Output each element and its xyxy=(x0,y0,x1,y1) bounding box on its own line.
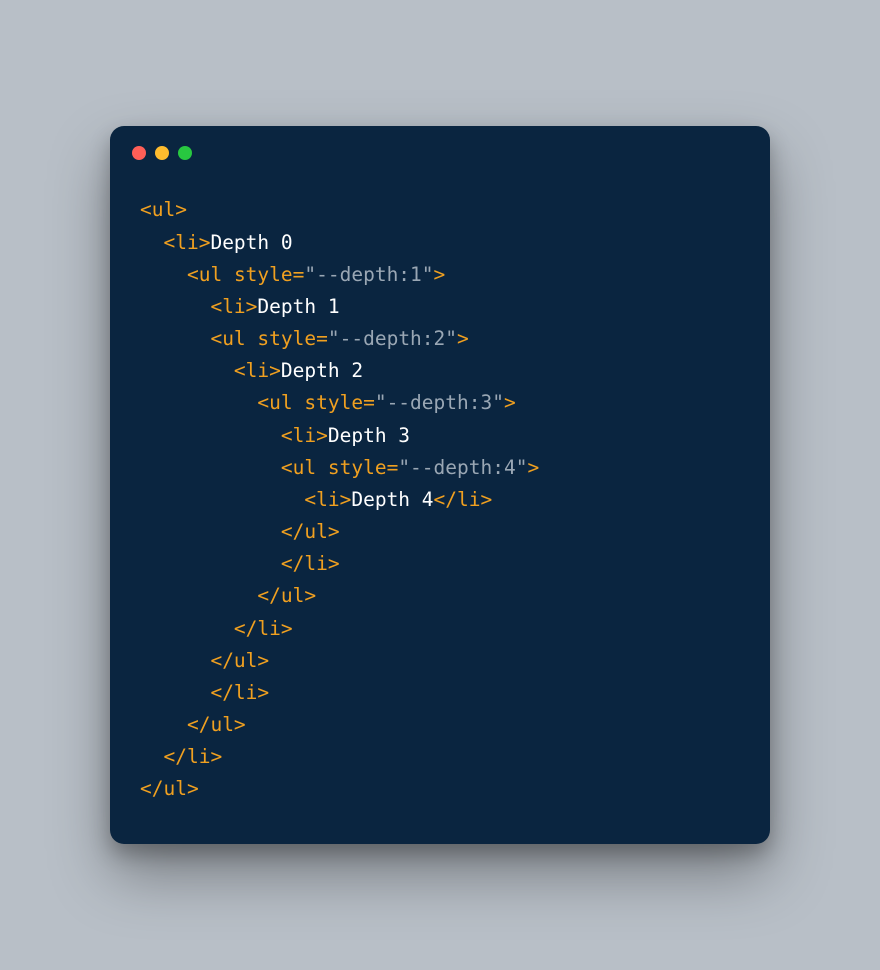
code-token: = xyxy=(387,456,399,479)
code-window: <ul> <li>Depth 0 <ul style="--depth:1"> … xyxy=(110,126,770,843)
code-token: <li> xyxy=(163,231,210,254)
code-line: </li> xyxy=(140,613,740,645)
code-line: <li>Depth 0 xyxy=(140,227,740,259)
code-line: </ul> xyxy=(140,645,740,677)
code-token: > xyxy=(504,391,516,414)
code-token: </ul> xyxy=(140,777,199,800)
code-token: </li> xyxy=(163,745,222,768)
code-token: </ul> xyxy=(281,520,340,543)
minimize-icon[interactable] xyxy=(155,146,169,160)
code-token: > xyxy=(434,263,446,286)
code-token: </li> xyxy=(234,617,293,640)
code-block: <ul> <li>Depth 0 <ul style="--depth:1"> … xyxy=(110,168,770,815)
code-line: <ul style="--depth:4"> xyxy=(140,452,740,484)
code-line: </ul> xyxy=(140,773,740,805)
code-token: </ul> xyxy=(257,584,316,607)
code-token: <li> xyxy=(281,424,328,447)
code-token: <ul xyxy=(187,263,234,286)
code-line: <ul> xyxy=(140,194,740,226)
code-line: <ul style="--depth:2"> xyxy=(140,323,740,355)
code-token: </ul> xyxy=(210,649,269,672)
code-token: = xyxy=(293,263,305,286)
code-token: <li> xyxy=(210,295,257,318)
titlebar xyxy=(110,126,770,168)
code-line: </li> xyxy=(140,548,740,580)
code-token: Depth 4 xyxy=(351,488,433,511)
code-token: Depth 1 xyxy=(257,295,339,318)
code-token: <li> xyxy=(234,359,281,382)
code-line: </li> xyxy=(140,677,740,709)
zoom-icon[interactable] xyxy=(178,146,192,160)
code-token: style xyxy=(234,263,293,286)
code-token: <li> xyxy=(304,488,351,511)
code-token: "--depth:3" xyxy=(375,391,504,414)
code-token: "--depth:1" xyxy=(304,263,433,286)
code-token: <ul xyxy=(257,391,304,414)
code-line: </ul> xyxy=(140,516,740,548)
code-token: = xyxy=(316,327,328,350)
code-token: </ul> xyxy=(187,713,246,736)
code-line: <ul style="--depth:3"> xyxy=(140,387,740,419)
code-token: > xyxy=(457,327,469,350)
code-line: <li>Depth 4</li> xyxy=(140,484,740,516)
code-token: > xyxy=(527,456,539,479)
code-token: style xyxy=(257,327,316,350)
code-token: Depth 3 xyxy=(328,424,410,447)
code-line: </li> xyxy=(140,741,740,773)
code-line: <li>Depth 1 xyxy=(140,291,740,323)
code-token: Depth 0 xyxy=(210,231,292,254)
code-line: <li>Depth 3 xyxy=(140,420,740,452)
code-token: <ul xyxy=(210,327,257,350)
code-token: Depth 2 xyxy=(281,359,363,382)
code-token: "--depth:4" xyxy=(398,456,527,479)
code-line: </ul> xyxy=(140,580,740,612)
code-token: style xyxy=(304,391,363,414)
code-line: <ul style="--depth:1"> xyxy=(140,259,740,291)
close-icon[interactable] xyxy=(132,146,146,160)
code-token: </li> xyxy=(210,681,269,704)
code-token: <ul> xyxy=(140,198,187,221)
code-token: </li> xyxy=(281,552,340,575)
code-line: <li>Depth 2 xyxy=(140,355,740,387)
code-token: </li> xyxy=(434,488,493,511)
code-token: <ul xyxy=(281,456,328,479)
code-token: "--depth:2" xyxy=(328,327,457,350)
code-token: = xyxy=(363,391,375,414)
code-token: style xyxy=(328,456,387,479)
code-line: </ul> xyxy=(140,709,740,741)
